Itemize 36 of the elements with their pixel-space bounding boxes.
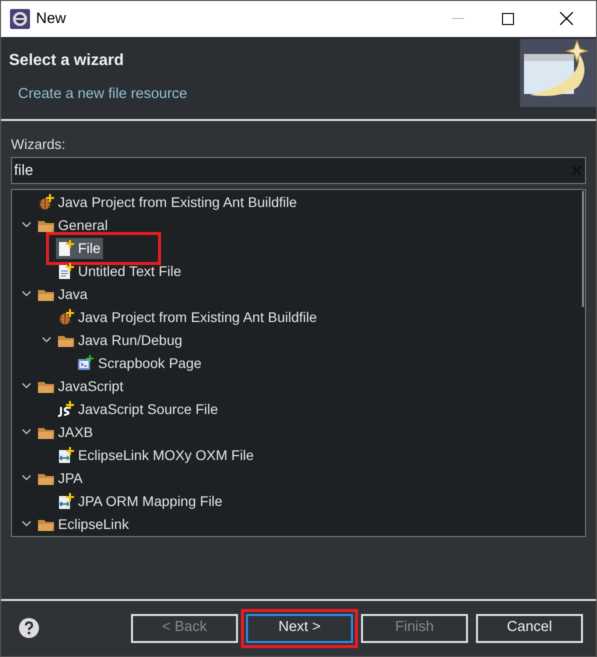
tree-item[interactable]: EclipseLink MOXy OXM File	[56, 444, 256, 466]
tree-item[interactable]: File	[56, 238, 103, 259]
window-title: New	[36, 8, 66, 29]
filter-field[interactable]: file	[11, 156, 586, 184]
page-description: Create a new file resource	[18, 84, 188, 104]
tree-item[interactable]: Java Project from Existing Ant Buildfile	[36, 192, 299, 213]
dialog-button[interactable]: Next >	[246, 614, 353, 643]
tree-item[interactable]: Java	[36, 284, 90, 305]
mapping-file-icon	[57, 446, 74, 464]
help-icon[interactable]	[19, 618, 39, 638]
tree-item[interactable]: JAXB	[36, 422, 96, 443]
tree-item[interactable]: Java Project from Existing Ant Buildfile	[56, 306, 319, 328]
bug-icon	[57, 308, 74, 326]
file-icon	[57, 240, 74, 257]
tree-item[interactable]: JavaScript	[36, 376, 126, 397]
maximize-icon[interactable]	[502, 12, 514, 25]
tree-item[interactable]: EclipseLink	[36, 514, 131, 535]
tree-item[interactable]: General	[36, 214, 110, 236]
close-icon[interactable]	[560, 12, 573, 26]
bug-icon	[37, 194, 54, 211]
app-icon	[10, 8, 30, 29]
tree-item[interactable]: Scrapbook Page	[76, 352, 204, 374]
scrapbook-icon	[77, 354, 94, 372]
text-file-icon	[57, 262, 74, 280]
tree-item[interactable]: JavaScript Source File	[56, 398, 220, 420]
js-icon	[57, 400, 74, 418]
dialog-button[interactable]: Cancel	[476, 614, 583, 643]
tree-item[interactable]: Untitled Text File	[56, 260, 184, 282]
tree-item[interactable]: JPA	[36, 468, 85, 489]
wizard-banner-icon	[520, 38, 596, 107]
tree-item[interactable]: Java Run/Debug	[56, 330, 184, 351]
page-title: Select a wizard	[9, 50, 125, 71]
scrollbar[interactable]	[582, 190, 584, 307]
tree-item[interactable]: JPA ORM Mapping File	[56, 490, 224, 512]
mapping-file-icon	[57, 492, 74, 510]
wizards-label: Wizards:	[11, 134, 66, 154]
